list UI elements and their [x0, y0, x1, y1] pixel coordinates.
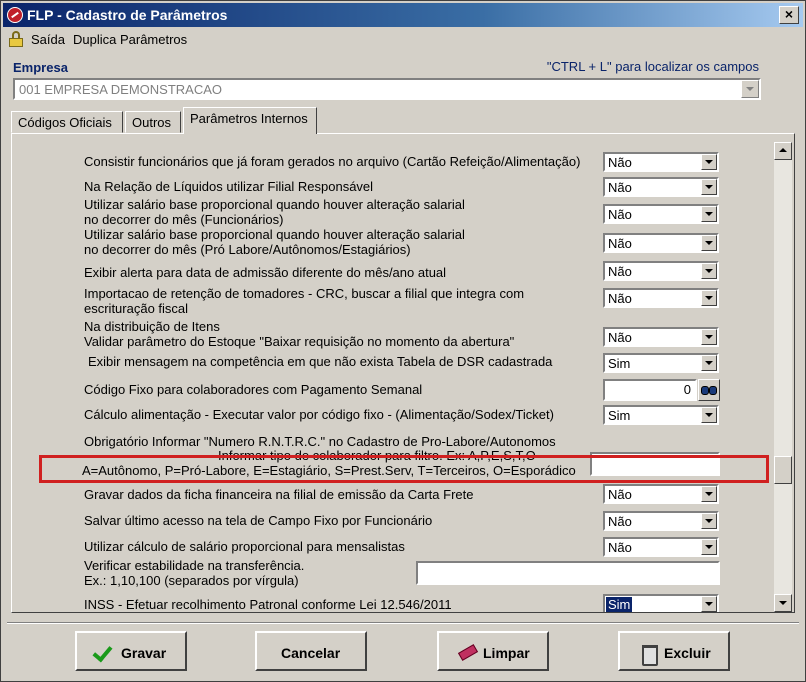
window-title: FLP - Cadastro de Parâmetros — [27, 7, 228, 23]
dropdown-button[interactable] — [701, 206, 717, 222]
param-label: Verificar estabilidade na transferência. — [84, 558, 305, 573]
menu-exit[interactable]: Saída — [31, 32, 65, 47]
dropdown-button[interactable] — [701, 596, 717, 612]
dropdown-button[interactable] — [701, 290, 717, 306]
param-label: Gravar dados da ficha financeira na fili… — [84, 487, 474, 502]
param-label: Utilizar salário base proporcional quand… — [84, 227, 465, 242]
param-select[interactable]: Não — [603, 152, 719, 172]
dropdown-button[interactable] — [701, 263, 717, 279]
param-select[interactable]: Não — [603, 288, 719, 308]
param-label: Ex.: 1,10,100 (separados por vírgula) — [84, 573, 299, 588]
save-button[interactable]: Gravar — [75, 631, 187, 671]
divider — [7, 622, 799, 624]
chevron-down-icon — [705, 413, 713, 417]
param-label: Obrigatório Informar "Numero R.N.T.R.C."… — [84, 434, 556, 449]
tab-codigos-oficiais[interactable]: Códigos Oficiais — [11, 111, 123, 133]
chevron-down-icon — [705, 160, 713, 164]
title-bar: FLP - Cadastro de Parâmetros × — [3, 3, 803, 27]
lock-icon — [9, 31, 23, 47]
param-select[interactable]: Não — [603, 233, 719, 253]
inss-patronal-select[interactable]: Sim — [603, 594, 719, 612]
param-select[interactable]: Não — [603, 177, 719, 197]
dropdown-button[interactable] — [701, 539, 717, 555]
chevron-down-icon — [705, 545, 713, 549]
chevron-down-icon — [705, 241, 713, 245]
param-label: Na Relação de Líquidos utilizar Filial R… — [84, 179, 374, 194]
delete-button[interactable]: Excluir — [618, 631, 730, 671]
dropdown-button[interactable] — [701, 235, 717, 251]
search-hint: "CTRL + L" para localizar os campos — [546, 59, 759, 74]
chevron-down-icon — [705, 361, 713, 365]
chevron-down-icon — [705, 185, 713, 189]
param-label: Utilizar salário base proporcional quand… — [84, 197, 465, 212]
param-label: Validar parâmetro do Estoque "Baixar req… — [84, 334, 515, 349]
check-icon — [93, 642, 113, 662]
dropdown-button[interactable] — [701, 329, 717, 345]
close-button[interactable]: × — [779, 6, 799, 24]
param-label: Cálculo alimentação - Executar valor por… — [84, 407, 554, 422]
highlight-box — [39, 455, 769, 483]
chevron-down-icon — [705, 269, 713, 273]
tab-parametros-internos[interactable]: Parâmetros Internos — [183, 107, 317, 134]
param-label: escrituração fiscal — [84, 301, 189, 316]
param-label: Salvar último acesso na tela de Campo Fi… — [84, 513, 433, 528]
empresa-label: Empresa — [13, 60, 68, 75]
eraser-icon — [457, 642, 477, 662]
param-select[interactable]: Não — [603, 204, 719, 224]
param-label: Exibir alerta para data de admissão dife… — [84, 265, 447, 280]
dropdown-button[interactable] — [701, 513, 717, 529]
param-select[interactable]: Não — [603, 537, 719, 557]
param-select[interactable]: Sim — [603, 405, 719, 425]
param-label: Exibir mensagem na competência em que nã… — [88, 354, 553, 369]
tab-outros[interactable]: Outros — [125, 111, 181, 133]
param-select[interactable]: Não — [603, 511, 719, 531]
param-label: no decorrer do mês (Pró Labore/Autônomos… — [84, 242, 411, 257]
param-label: Consistir funcionários que já foram gera… — [84, 154, 581, 169]
scroll-down-button[interactable] — [774, 594, 792, 612]
param-select[interactable]: Não — [603, 327, 719, 347]
chevron-down-icon — [705, 519, 713, 523]
dropdown-button[interactable] — [701, 355, 717, 371]
chevron-down-icon — [779, 601, 787, 605]
scroll-thumb[interactable] — [774, 456, 792, 484]
chevron-down-icon — [705, 212, 713, 216]
main-window: FLP - Cadastro de Parâmetros × Saída Dup… — [0, 0, 806, 682]
parameters-list: Consistir funcionários que já foram gera… — [12, 134, 772, 612]
param-label: Código Fixo para colaboradores com Pagam… — [84, 382, 423, 397]
binoculars-icon[interactable] — [698, 379, 720, 401]
chevron-down-icon — [705, 492, 713, 496]
chevron-down-icon — [746, 87, 754, 91]
dropdown-button[interactable] — [701, 407, 717, 423]
dropdown-button[interactable] — [701, 179, 717, 195]
vertical-scrollbar[interactable] — [774, 142, 792, 612]
clear-button[interactable]: Limpar — [437, 631, 549, 671]
empresa-dropdown-button[interactable] — [741, 80, 759, 98]
chevron-up-icon — [779, 148, 787, 152]
param-label: INSS - Efetuar recolhimento Patronal con… — [84, 597, 452, 612]
trash-icon — [638, 642, 658, 666]
app-logo-icon — [7, 7, 23, 23]
stability-input[interactable] — [416, 561, 720, 585]
dropdown-button[interactable] — [701, 486, 717, 502]
param-label: Na distribuição de Itens — [84, 319, 220, 334]
param-label: Utilizar cálculo de salário proporcional… — [84, 539, 405, 554]
chevron-down-icon — [705, 602, 713, 606]
chevron-down-icon — [705, 296, 713, 300]
empresa-select[interactable]: 001 EMPRESA DEMONSTRACAO — [13, 78, 761, 100]
param-label: Importacao de retenção de tomadores - CR… — [84, 286, 525, 301]
dropdown-button[interactable] — [701, 154, 717, 170]
chevron-down-icon — [705, 335, 713, 339]
scroll-up-button[interactable] — [774, 142, 792, 160]
param-label: no decorrer do mês (Funcionários) — [84, 212, 284, 227]
code-input[interactable]: 0 — [603, 379, 697, 401]
menu-duplicate-params[interactable]: Duplica Parâmetros — [73, 32, 187, 47]
param-select[interactable]: Sim — [603, 353, 719, 373]
param-select[interactable]: Não — [603, 484, 719, 504]
param-select[interactable]: Não — [603, 261, 719, 281]
cancel-button[interactable]: Cancelar — [255, 631, 367, 671]
menu-bar: Saída Duplica Parâmetros — [3, 28, 803, 50]
parameters-panel: Consistir funcionários que já foram gera… — [11, 133, 795, 613]
empresa-value: 001 EMPRESA DEMONSTRACAO — [19, 82, 222, 97]
